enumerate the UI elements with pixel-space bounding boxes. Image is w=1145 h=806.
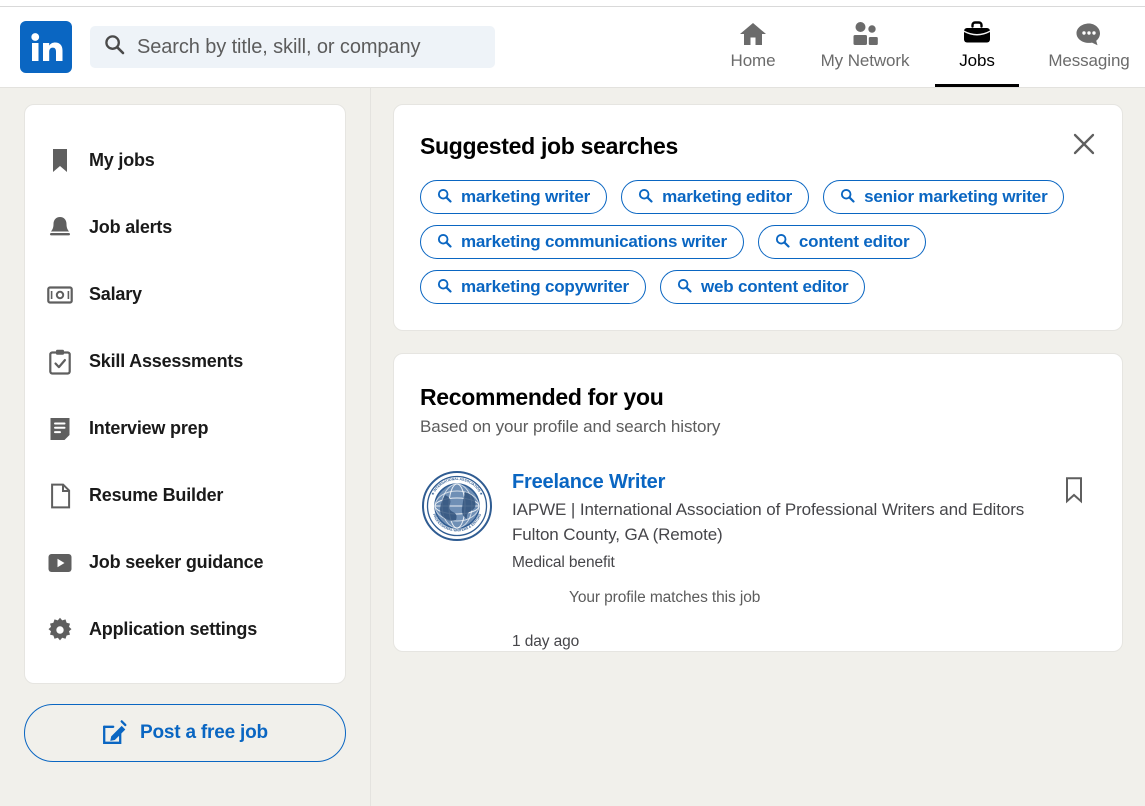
search-icon bbox=[638, 188, 653, 206]
sidebar-label-my-jobs: My jobs bbox=[89, 150, 155, 170]
suggested-search-pill-list: marketing writer marketing editor senior… bbox=[420, 180, 1096, 304]
bookmark-icon bbox=[47, 148, 73, 174]
briefcase-icon bbox=[961, 20, 993, 48]
sidebar-item-interview-prep[interactable]: Interview prep bbox=[25, 395, 345, 462]
sidebar-item-salary[interactable]: Salary bbox=[25, 261, 345, 328]
job-list-item[interactable]: ★ INTERNATIONAL ASSOCIATION ★ PROFESSION… bbox=[420, 469, 1096, 651]
close-icon bbox=[1071, 131, 1097, 160]
nav-label-messaging: Messaging bbox=[1048, 50, 1130, 70]
people-icon bbox=[850, 20, 880, 48]
sidebar-item-my-jobs[interactable]: My jobs bbox=[25, 127, 345, 194]
save-job-button[interactable] bbox=[1054, 471, 1094, 511]
job-profile-match: Your profile matches this job bbox=[569, 589, 761, 607]
search-icon bbox=[104, 34, 125, 60]
job-title-link[interactable]: Freelance Writer bbox=[512, 471, 1096, 494]
job-company-name: IAPWE | International Association of Pro… bbox=[512, 500, 1025, 519]
gear-icon bbox=[47, 617, 73, 643]
bell-icon bbox=[47, 215, 73, 241]
job-location: Fulton County, GA (Remote) bbox=[512, 524, 723, 544]
sidebar-label-salary: Salary bbox=[89, 284, 142, 304]
suggested-searches-title: Suggested job searches bbox=[420, 133, 678, 159]
nav-label-home: Home bbox=[730, 50, 776, 70]
suggested-search-label: senior marketing writer bbox=[864, 187, 1048, 206]
sidebar-label-skill-assessments: Skill Assessments bbox=[89, 351, 244, 371]
sidebar-label-interview-prep: Interview prep bbox=[89, 418, 209, 438]
search-placeholder: Search by title, skill, or company bbox=[137, 35, 421, 58]
recommended-subtitle: Based on your profile and search history bbox=[420, 417, 721, 436]
search-icon bbox=[437, 188, 452, 206]
search-input[interactable]: Search by title, skill, or company bbox=[90, 26, 495, 68]
suggested-search-label: marketing editor bbox=[662, 187, 793, 206]
message-bubble-icon bbox=[1074, 20, 1104, 48]
sidebar-label-application-settings: Application settings bbox=[89, 619, 258, 639]
suggested-search-label: marketing copywriter bbox=[461, 277, 629, 296]
sidebar-nav-card: My jobs Job alerts Salary Skill Assessme… bbox=[24, 104, 346, 684]
search-icon bbox=[775, 233, 790, 251]
nav-item-home[interactable]: Home bbox=[697, 7, 809, 87]
page-icon bbox=[47, 483, 73, 509]
job-details: Freelance Writer IAPWE | International A… bbox=[512, 469, 1096, 651]
suggested-search-label: marketing writer bbox=[461, 187, 591, 206]
sidebar-label-resume-builder: Resume Builder bbox=[89, 485, 224, 505]
suggested-search-label: content editor bbox=[798, 232, 910, 251]
compose-pencil-icon bbox=[102, 719, 128, 748]
nav-label-jobs: Jobs bbox=[959, 50, 995, 70]
primary-nav: Home My Network Jobs Messaging bbox=[697, 7, 1145, 87]
suggested-job-searches-card: Suggested job searches marketing writer … bbox=[393, 104, 1123, 331]
sidebar-item-job-alerts[interactable]: Job alerts bbox=[25, 194, 345, 261]
suggested-search-label: web content editor bbox=[700, 277, 849, 296]
money-icon bbox=[47, 285, 73, 305]
nav-item-messaging[interactable]: Messaging bbox=[1033, 7, 1145, 87]
post-a-free-job-label: Post a free job bbox=[140, 722, 268, 743]
video-play-icon bbox=[47, 552, 73, 574]
suggested-search-pill[interactable]: content editor bbox=[757, 225, 927, 259]
bookmark-icon bbox=[1063, 476, 1085, 507]
search-icon bbox=[437, 233, 452, 251]
linkedin-logo[interactable] bbox=[20, 21, 72, 73]
post-a-free-job-button[interactable]: Post a free job bbox=[24, 704, 346, 762]
iapwe-seal-logo: ★ INTERNATIONAL ASSOCIATION ★ PROFESSION… bbox=[420, 469, 494, 543]
job-posted-time: 1 day ago bbox=[512, 633, 580, 651]
suggested-search-pill[interactable]: marketing communications writer bbox=[420, 225, 744, 259]
sidebar: My jobs Job alerts Salary Skill Assessme… bbox=[0, 88, 371, 806]
suggested-search-pill[interactable]: marketing writer bbox=[420, 180, 608, 214]
suggested-search-pill[interactable]: web content editor bbox=[659, 270, 866, 304]
browser-chrome-edge bbox=[0, 0, 1145, 7]
clipboard-check-icon bbox=[47, 349, 73, 375]
job-benefit: Medical benefit bbox=[512, 554, 615, 572]
suggested-search-pill[interactable]: marketing editor bbox=[621, 180, 810, 214]
suggested-search-label: marketing communications writer bbox=[461, 232, 727, 251]
sidebar-item-application-settings[interactable]: Application settings bbox=[25, 596, 345, 663]
nav-item-my-network[interactable]: My Network bbox=[809, 7, 921, 87]
suggested-search-pill[interactable]: senior marketing writer bbox=[823, 180, 1065, 214]
nav-item-jobs[interactable]: Jobs bbox=[921, 7, 1033, 87]
sidebar-item-skill-assessments[interactable]: Skill Assessments bbox=[25, 328, 345, 395]
search-icon bbox=[437, 278, 452, 296]
search-icon bbox=[840, 188, 855, 206]
global-header: Search by title, skill, or company Home … bbox=[0, 7, 1145, 88]
home-icon bbox=[738, 20, 768, 48]
nav-label-my-network: My Network bbox=[820, 50, 910, 70]
suggested-search-pill[interactable]: marketing copywriter bbox=[420, 270, 646, 304]
recommended-for-you-card: Recommended for you Based on your profil… bbox=[393, 353, 1123, 653]
sidebar-item-job-seeker-guidance[interactable]: Job seeker guidance bbox=[25, 529, 345, 596]
page-body: My jobs Job alerts Salary Skill Assessme… bbox=[0, 88, 1145, 806]
sidebar-label-job-seeker-guidance: Job seeker guidance bbox=[89, 552, 264, 572]
recommended-title: Recommended for you bbox=[420, 384, 664, 410]
main-content: Suggested job searches marketing writer … bbox=[371, 88, 1145, 806]
dismiss-suggested-searches-button[interactable] bbox=[1064, 125, 1104, 165]
search-icon bbox=[677, 278, 692, 296]
document-lines-icon bbox=[47, 416, 73, 442]
sidebar-label-job-alerts: Job alerts bbox=[89, 217, 173, 237]
sidebar-item-resume-builder[interactable]: Resume Builder bbox=[25, 462, 345, 529]
